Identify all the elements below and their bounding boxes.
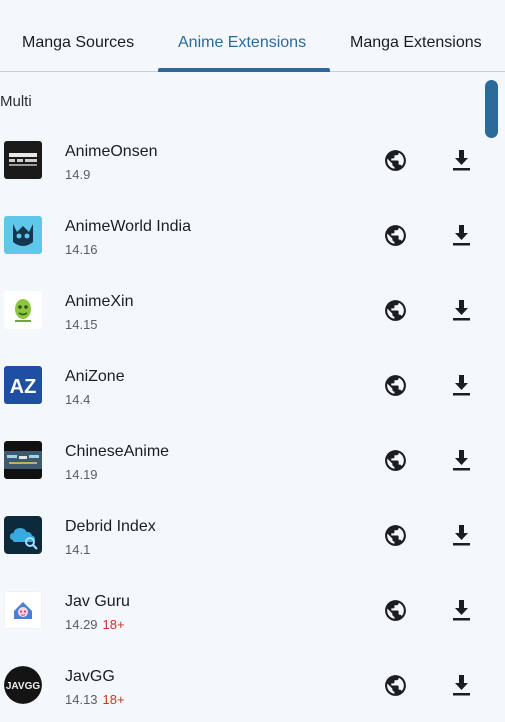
download-icon[interactable] [451, 673, 472, 697]
extension-meta: 14.1 [65, 542, 95, 557]
extension-version: 14.4 [65, 392, 91, 407]
globe-icon[interactable] [383, 598, 408, 623]
tab-manga-extensions[interactable]: Manga Extensions [350, 34, 482, 52]
extension-version: 14.9 [65, 167, 91, 182]
extension-meta: 14.15 [65, 317, 103, 332]
extension-meta: 14.13 18+ [65, 692, 125, 707]
section-header-multi: Multi [0, 93, 32, 110]
animeonsen-icon [4, 141, 42, 179]
globe-icon[interactable] [383, 448, 408, 473]
globe-icon[interactable] [383, 298, 408, 323]
download-icon[interactable] [451, 298, 472, 322]
animeworld-india-icon [4, 216, 42, 254]
extension-row[interactable]: JAVGG JavGG 14.13 18+ [0, 647, 505, 722]
chineseanime-icon [4, 441, 42, 479]
active-tab-indicator [158, 68, 330, 72]
globe-icon[interactable] [383, 523, 408, 548]
animexin-icon [4, 291, 42, 329]
tab-bar: Manga Sources Anime Extensions Manga Ext… [0, 0, 505, 72]
extension-meta: 14.16 [65, 242, 103, 257]
extension-row[interactable]: AnimeWorld India 14.16 [0, 197, 505, 272]
download-icon[interactable] [451, 148, 472, 172]
javgg-icon-text: JAVGG [6, 681, 40, 692]
download-icon[interactable] [451, 373, 472, 397]
extension-row[interactable]: AZ AniZone 14.4 [0, 347, 505, 422]
extension-name: ChineseAnime [65, 443, 170, 460]
anizone-icon-text: AZ [10, 376, 37, 398]
extension-version: 14.16 [65, 242, 98, 257]
nsfw-badge: 18+ [102, 692, 125, 707]
download-icon[interactable] [451, 223, 472, 247]
download-icon[interactable] [451, 598, 472, 622]
anizone-icon: AZ [4, 366, 42, 404]
extension-name: Jav Guru [65, 593, 130, 610]
tab-anime-extensions[interactable]: Anime Extensions [178, 34, 306, 52]
nsfw-badge: 18+ [102, 617, 125, 632]
extension-meta: 14.4 [65, 392, 95, 407]
download-icon[interactable] [451, 523, 472, 547]
globe-icon[interactable] [383, 223, 408, 248]
extension-name: AnimeWorld India [65, 218, 191, 235]
extension-row[interactable]: Jav Guru 14.29 18+ [0, 572, 505, 647]
extension-meta: 14.19 [65, 467, 103, 482]
download-icon[interactable] [451, 448, 472, 472]
tab-manga-sources[interactable]: Manga Sources [22, 34, 134, 52]
javgg-icon: JAVGG [4, 666, 42, 704]
extension-version: 14.13 [65, 692, 98, 707]
extension-version: 14.1 [65, 542, 91, 557]
extension-meta: 14.9 [65, 167, 95, 182]
globe-icon[interactable] [383, 373, 408, 398]
jav-guru-icon [4, 591, 42, 629]
extension-row[interactable]: ChineseAnime 14.19 [0, 422, 505, 497]
extension-name: JavGG [65, 668, 115, 685]
extension-name: AnimeXin [65, 293, 134, 310]
extension-version: 14.29 [65, 617, 98, 632]
debrid-index-icon [4, 516, 42, 554]
extension-row[interactable]: AnimeXin 14.15 [0, 272, 505, 347]
extension-name: Debrid Index [65, 518, 156, 535]
globe-icon[interactable] [383, 673, 408, 698]
extension-version: 14.19 [65, 467, 98, 482]
globe-icon[interactable] [383, 148, 408, 173]
extension-row[interactable]: AnimeOnsen 14.9 [0, 122, 505, 197]
extension-name: AnimeOnsen [65, 143, 158, 160]
extension-version: 14.15 [65, 317, 98, 332]
extension-meta: 14.29 18+ [65, 617, 125, 632]
extension-row[interactable]: Debrid Index 14.1 [0, 497, 505, 572]
extension-name: AniZone [65, 368, 125, 385]
